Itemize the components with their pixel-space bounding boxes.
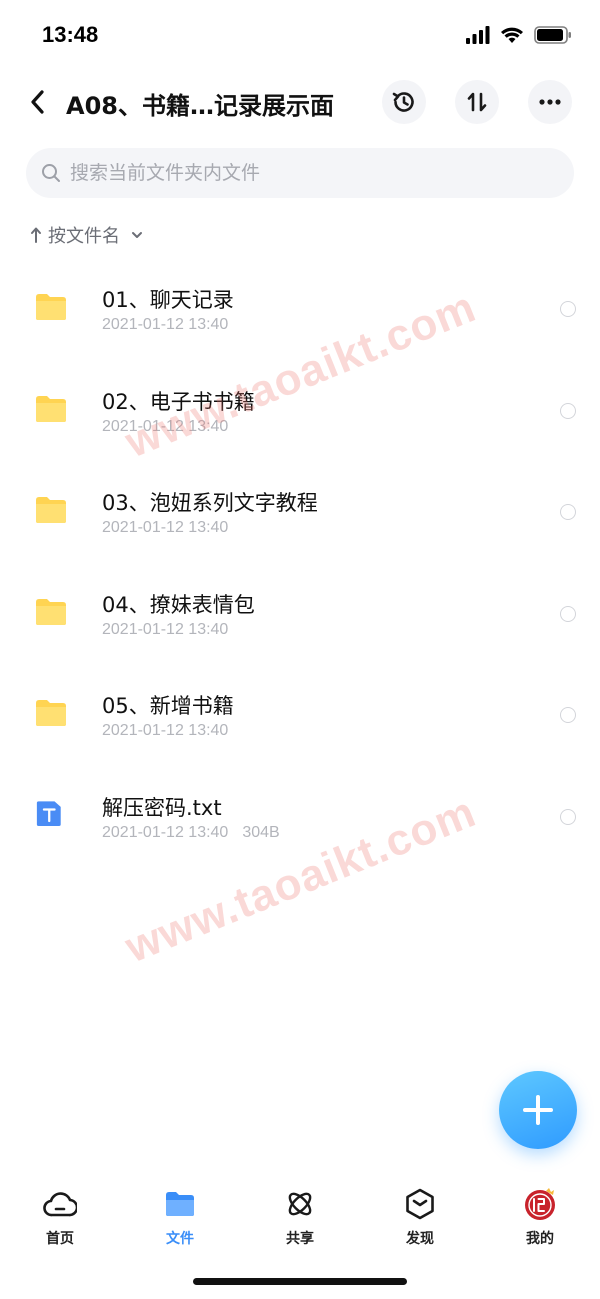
file-name: 03、泡妞系列文字教程 — [102, 491, 318, 516]
file-meta: 2021-01-12 13:40 — [102, 722, 228, 740]
tab-files[interactable]: 文件 — [120, 1180, 240, 1260]
nav-bar: A08、书籍…记录展示面 — [0, 72, 600, 132]
search-icon — [40, 162, 62, 184]
more-icon — [539, 99, 561, 105]
file-list: 01、聊天记录 2021-01-12 13:40 02、电子书书籍 2021-0… — [0, 258, 600, 868]
folder-icon — [162, 1186, 198, 1222]
chevron-left-icon — [31, 90, 44, 114]
file-name: 01、聊天记录 — [102, 288, 234, 312]
file-date: 2021-01-12 13:40 — [102, 722, 229, 740]
cloud-icon — [42, 1186, 78, 1222]
tab-label: 共享 — [286, 1231, 314, 1247]
file-date: 2021-01-12 13:40 — [102, 823, 229, 841]
tab-share[interactable]: 共享 — [240, 1180, 360, 1260]
list-item[interactable]: 04、撩妹表情包 2021-01-12 13:40 — [0, 563, 600, 665]
file-meta: 2021-01-12 13:40 — [102, 621, 228, 639]
sort-selector[interactable]: 按文件名 — [30, 222, 144, 248]
file-name: 02、电子书书籍 — [102, 389, 255, 414]
sort-toggle-button[interactable] — [455, 80, 499, 124]
file-size: 304B — [242, 823, 280, 841]
tab-label: 发现 — [406, 1231, 434, 1247]
status-bar: 13:48 — [0, 0, 600, 70]
file-name: 解压密码.txt — [102, 795, 222, 820]
page-title: A08、书籍…记录展示面 — [66, 92, 334, 120]
home-indicator[interactable] — [193, 1278, 407, 1285]
list-item[interactable]: 02、电子书书籍 2021-01-12 13:40 — [0, 360, 600, 462]
tab-bar: 首页 文件 共享 发现 我的 — [0, 1180, 600, 1260]
status-time: 13:48 — [42, 22, 99, 47]
select-checkbox[interactable] — [560, 808, 576, 825]
select-checkbox[interactable] — [560, 605, 576, 622]
file-meta: 2021-01-12 13:40 304B — [102, 824, 280, 842]
file-date: 2021-01-12 13:40 — [102, 316, 229, 333]
folder-icon — [36, 395, 66, 422]
chevron-down-icon — [132, 232, 142, 238]
atom-icon — [282, 1186, 318, 1222]
arrow-up-icon — [31, 227, 41, 243]
sort-label: 按文件名 — [48, 226, 120, 247]
back-button[interactable] — [22, 84, 52, 120]
more-button[interactable] — [528, 80, 572, 124]
select-checkbox[interactable] — [560, 504, 576, 521]
folder-icon — [36, 497, 66, 524]
hexagon-icon — [402, 1186, 438, 1222]
tab-home[interactable]: 首页 — [0, 1180, 120, 1260]
tab-label: 首页 — [46, 1231, 74, 1247]
history-icon — [392, 92, 414, 112]
txt-file-icon — [36, 801, 61, 826]
list-item[interactable]: 01、聊天记录 2021-01-12 13:40 — [0, 258, 600, 360]
folder-icon — [36, 700, 66, 727]
file-date: 2021-01-12 13:40 — [102, 519, 229, 537]
select-checkbox[interactable] — [560, 707, 576, 724]
cellular-signal-icon — [466, 26, 490, 44]
folder-icon — [36, 294, 66, 320]
search-input[interactable] — [70, 162, 550, 184]
status-icons — [466, 26, 572, 44]
file-meta: 2021-01-12 13:40 — [102, 519, 228, 537]
file-date: 2021-01-12 13:40 — [102, 620, 229, 638]
file-meta: 2021-01-12 13:40 — [102, 316, 228, 334]
list-item[interactable]: 解压密码.txt 2021-01-12 13:40 304B — [0, 766, 600, 868]
folder-icon — [36, 598, 66, 625]
file-name: 04、撩妹表情包 — [102, 592, 255, 617]
add-button[interactable] — [499, 1071, 577, 1149]
plus-icon — [523, 1095, 553, 1125]
tab-me[interactable]: 我的 — [480, 1180, 600, 1260]
file-name: 05、新增书籍 — [102, 694, 234, 719]
file-date: 2021-01-12 13:40 — [102, 417, 229, 435]
select-checkbox[interactable] — [560, 301, 576, 317]
sort-toggle-icon — [467, 92, 487, 112]
avatar-icon — [522, 1186, 558, 1222]
list-item[interactable]: 05、新增书籍 2021-01-12 13:40 — [0, 664, 600, 766]
file-meta: 2021-01-12 13:40 — [102, 418, 228, 436]
select-checkbox[interactable] — [560, 402, 576, 419]
list-item[interactable]: 03、泡妞系列文字教程 2021-01-12 13:40 — [0, 461, 600, 563]
search-box[interactable] — [26, 148, 574, 198]
wifi-icon — [501, 27, 523, 43]
tab-discover[interactable]: 发现 — [360, 1180, 480, 1260]
tab-label: 文件 — [166, 1231, 194, 1247]
battery-icon — [534, 26, 571, 44]
tab-label: 我的 — [526, 1231, 554, 1247]
history-button[interactable] — [382, 80, 426, 124]
